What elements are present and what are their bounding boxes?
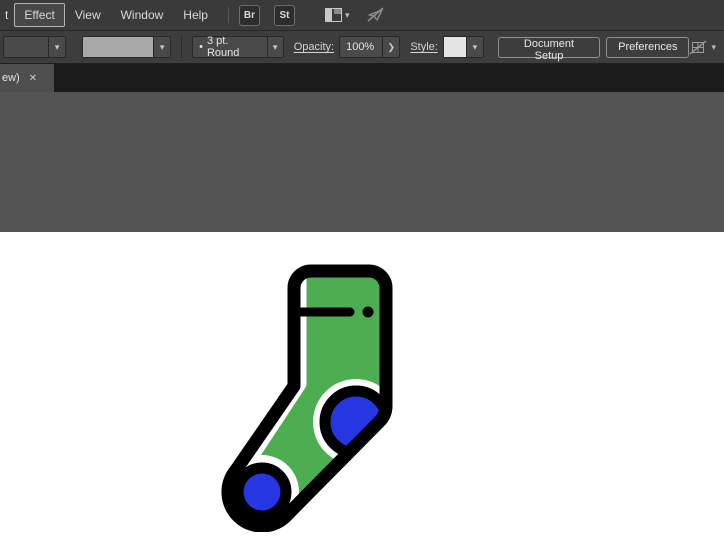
chevron-down-icon: ▾ bbox=[465, 37, 483, 57]
control-bar: ▾ ▾ • 3 pt. Round ▾ Opacity: 100% ❯ Styl… bbox=[0, 30, 724, 64]
share-status-button[interactable] bbox=[366, 7, 386, 23]
brush-name: 3 pt. Round bbox=[206, 35, 240, 59]
opacity-link[interactable]: Opacity: bbox=[294, 41, 334, 53]
close-icon[interactable]: ✕ bbox=[29, 73, 37, 84]
menu-item-view[interactable]: View bbox=[65, 3, 111, 27]
styles-panel-button[interactable]: St bbox=[273, 4, 295, 26]
document-tab-title: ew) bbox=[2, 72, 20, 84]
chevron-down-icon: ▾ bbox=[48, 37, 65, 57]
share-offline-icon bbox=[366, 7, 384, 22]
brush-definition-dropdown[interactable]: • 3 pt. Round ▾ bbox=[192, 35, 284, 59]
preferences-button[interactable]: Preferences bbox=[606, 36, 690, 58]
document-tab[interactable]: ew) ✕ bbox=[0, 64, 54, 92]
menu-item-truncated[interactable]: t bbox=[2, 3, 14, 27]
variable-width-profile-dropdown[interactable]: ▾ bbox=[3, 36, 67, 58]
opacity-field[interactable]: 100% ❯ bbox=[339, 36, 401, 58]
menu-bar: t Effect View Window Help Br St ▾ bbox=[0, 0, 724, 30]
menu-item-effect[interactable]: Effect bbox=[14, 3, 65, 27]
align-options-group[interactable]: ▾ bbox=[689, 39, 716, 55]
style-link[interactable]: Style: bbox=[410, 41, 438, 53]
profile-value bbox=[4, 37, 48, 57]
sock-artwork[interactable] bbox=[220, 262, 396, 533]
snap-to-pixel-icon bbox=[690, 39, 707, 55]
menu-separator bbox=[227, 7, 229, 23]
toe-blue-patch bbox=[232, 462, 292, 522]
chevron-down-icon: ▾ bbox=[344, 9, 350, 20]
brushes-panel-button[interactable]: Br bbox=[238, 4, 260, 26]
brush-dot-icon: • bbox=[199, 41, 203, 53]
sock-illustration bbox=[221, 264, 393, 533]
document-setup-button[interactable]: Document Setup bbox=[497, 36, 601, 62]
chevron-down-icon: ▾ bbox=[711, 41, 716, 52]
chevron-down-icon: ▾ bbox=[266, 37, 283, 57]
menu-item-help[interactable]: Help bbox=[173, 3, 218, 27]
cuff-dot bbox=[362, 306, 374, 318]
workspace-layout-icon bbox=[324, 8, 342, 22]
stroke-profile-preview-dropdown[interactable]: ▾ bbox=[82, 36, 172, 58]
chevron-down-icon: ▾ bbox=[153, 37, 170, 57]
menu-item-window[interactable]: Window bbox=[111, 3, 174, 27]
control-separator bbox=[181, 36, 183, 58]
document-tab-bar: ew) ✕ bbox=[0, 64, 724, 92]
chevron-right-icon: ❯ bbox=[382, 37, 399, 57]
opacity-value: 100% bbox=[346, 41, 375, 53]
graphic-style-dropdown[interactable]: ▾ bbox=[442, 36, 484, 58]
workspace-switcher[interactable]: ▾ bbox=[324, 8, 350, 22]
stroke-profile-swatch bbox=[83, 37, 154, 57]
graphic-style-swatch bbox=[443, 37, 466, 57]
pasteboard bbox=[0, 92, 724, 232]
